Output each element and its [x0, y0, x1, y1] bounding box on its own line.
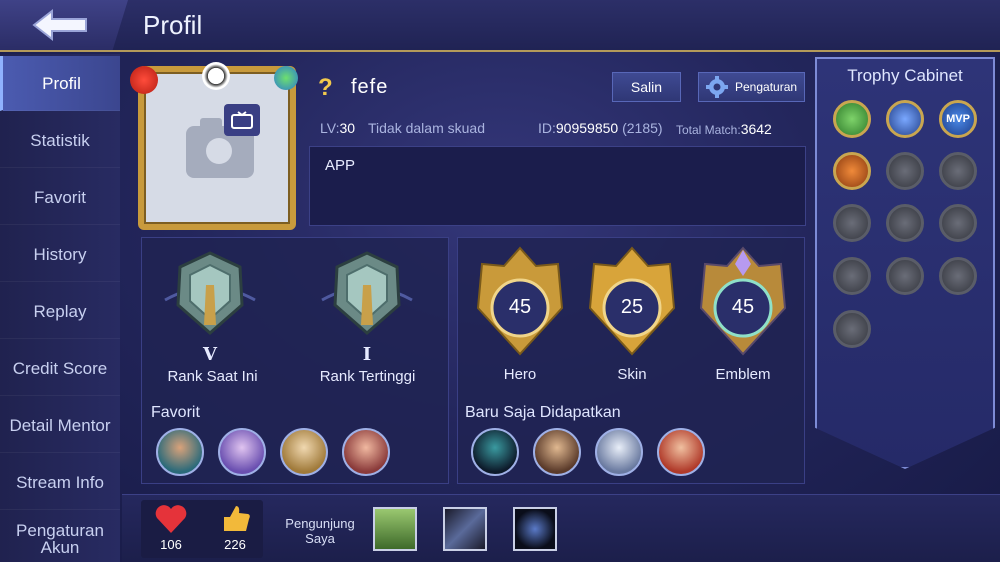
favorite-title: Favorit — [151, 404, 200, 421]
hero-collection-badge[interactable]: 45 — [474, 246, 566, 358]
likes-stat[interactable]: 106 — [150, 504, 192, 552]
copy-button[interactable]: Salin — [612, 72, 681, 102]
recent-title: Baru Saja Didapatkan — [465, 404, 621, 421]
sidebar-item-favorit[interactable]: Favorit — [0, 170, 120, 225]
locked-trophy-icon[interactable] — [833, 310, 871, 348]
player-name: fefe — [351, 76, 389, 98]
skin-count: 25 — [620, 296, 644, 318]
likes-count: 106 — [160, 537, 182, 552]
sidebar-item-statistik[interactable]: Statistik — [0, 113, 120, 168]
emblem-count: 45 — [731, 296, 755, 318]
tv-icon[interactable] — [224, 104, 260, 136]
avatar-frame[interactable] — [138, 66, 296, 230]
mvp-trophy-icon[interactable]: MVP — [939, 100, 977, 138]
sidebar-item-history[interactable]: History — [0, 227, 120, 282]
sidebar: Profil Statistik Favorit History Replay … — [0, 54, 120, 562]
recent-hero-4[interactable] — [657, 428, 705, 476]
back-button[interactable] — [0, 0, 128, 50]
locked-trophy-icon[interactable] — [886, 257, 924, 295]
skin-collection-badge[interactable]: 25 — [586, 246, 678, 358]
globe-badge-icon — [274, 66, 298, 90]
locked-trophy-icon[interactable] — [833, 257, 871, 295]
thumbs-count: 226 — [224, 537, 246, 552]
locked-trophy-icon[interactable] — [939, 257, 977, 295]
settings-label: Pengaturan — [735, 80, 798, 94]
trophy-cabinet-title: Trophy Cabinet — [847, 66, 963, 85]
sidebar-item-replay[interactable]: Replay — [0, 284, 120, 339]
sidebar-item-stream-info[interactable]: Stream Info — [0, 455, 120, 510]
sidebar-item-credit-score[interactable]: Credit Score — [0, 341, 120, 396]
unknown-status-icon: ? — [318, 74, 333, 101]
locked-trophy-icon[interactable] — [833, 204, 871, 242]
level-info: LV:30 — [320, 120, 356, 136]
shield-trophy-icon[interactable] — [833, 152, 871, 190]
thumbs-stat[interactable]: 226 — [214, 504, 256, 552]
sidebar-item-profil[interactable]: Profil — [0, 56, 120, 111]
profile-screen: Profil Profil Statistik Favorit History … — [0, 0, 1000, 562]
visitor-avatar-1[interactable] — [373, 507, 417, 551]
china-flag-badge-icon — [130, 66, 158, 94]
bio-box[interactable]: APP — [309, 146, 806, 226]
gear-icon — [706, 76, 728, 98]
player-id: ID:90959850 (2185) — [538, 120, 663, 136]
locked-trophy-icon[interactable] — [939, 152, 977, 190]
sidebar-item-pengaturan-akun[interactable]: Pengaturan Akun — [0, 512, 120, 562]
squad-status: Tidak dalam skuad — [368, 120, 485, 136]
sidebar-item-detail-mentor[interactable]: Detail Mentor — [0, 398, 120, 453]
highest-rank-label: Rank Tertinggi — [319, 368, 416, 385]
favorite-hero-1[interactable] — [156, 428, 204, 476]
recent-hero-1[interactable] — [471, 428, 519, 476]
emblem-collection-badge[interactable]: 45 — [697, 246, 789, 358]
current-rank-badge-icon[interactable] — [160, 245, 260, 355]
emblem-label: Emblem — [715, 366, 771, 383]
recent-hero-3[interactable] — [595, 428, 643, 476]
friends-trophy-icon[interactable] — [833, 100, 871, 138]
favorite-hero-3[interactable] — [280, 428, 328, 476]
visitors-label: Pengunjung Saya — [285, 516, 355, 546]
back-arrow-icon — [32, 8, 87, 42]
settings-button[interactable]: Pengaturan — [698, 72, 805, 102]
recent-hero-2[interactable] — [533, 428, 581, 476]
current-rank-label: Rank Saat Ini — [167, 368, 258, 385]
visitor-avatar-2[interactable] — [443, 507, 487, 551]
wings-trophy-icon[interactable] — [886, 100, 924, 138]
skin-label: Skin — [617, 366, 647, 383]
heart-icon — [155, 505, 187, 533]
current-rank-tier: V — [203, 344, 217, 365]
soccer-ball-icon — [202, 62, 230, 90]
highest-rank-badge-icon[interactable] — [317, 245, 417, 355]
total-match: Total Match:3642 — [676, 121, 772, 137]
top-bar: Profil — [0, 0, 1000, 52]
favorite-hero-2[interactable] — [218, 428, 266, 476]
locked-trophy-icon[interactable] — [886, 152, 924, 190]
hero-count: 45 — [508, 296, 532, 318]
hero-label: Hero — [503, 366, 537, 383]
thumbs-up-icon — [224, 506, 250, 531]
page-title: Profil — [143, 10, 203, 40]
locked-trophy-icon[interactable] — [886, 204, 924, 242]
favorite-hero-4[interactable] — [342, 428, 390, 476]
visitor-avatar-3[interactable] — [513, 507, 557, 551]
locked-trophy-icon[interactable] — [939, 204, 977, 242]
highest-rank-tier: I — [362, 344, 372, 365]
